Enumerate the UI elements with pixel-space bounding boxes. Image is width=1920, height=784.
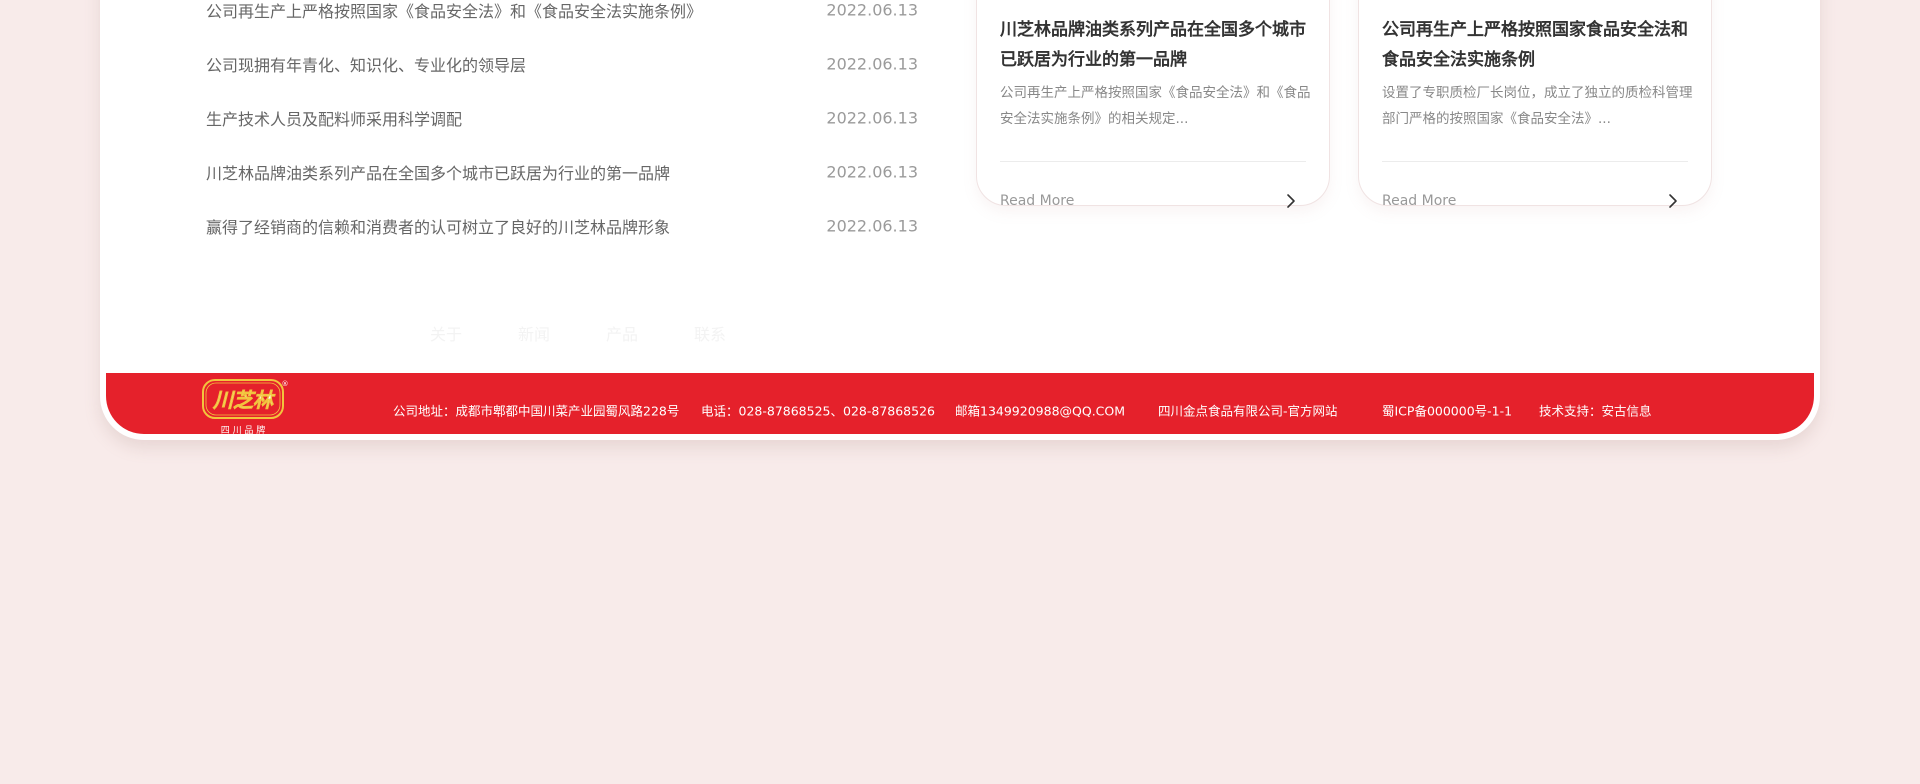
- footer-company[interactable]: 四川金点食品有限公司-官方网站: [1158, 401, 1338, 420]
- news-item[interactable]: 公司再生产上严格按照国家《食品安全法》和《食品安全法实施条例》 2022.06.…: [206, 0, 918, 40]
- chevron-right-icon[interactable]: [1663, 191, 1683, 211]
- news-title[interactable]: 公司现拥有年青化、知识化、专业化的领导层: [206, 52, 526, 76]
- news-item[interactable]: 公司现拥有年青化、知识化、专业化的领导层 2022.06.13: [206, 40, 918, 94]
- footer-icp[interactable]: 蜀ICP备000000号-1-1: [1382, 401, 1512, 420]
- content-panel: 公司再生产上严格按照国家《食品安全法》和《食品安全法实施条例》 2022.06.…: [100, 0, 1820, 440]
- news-list: 公司再生产上严格按照国家《食品安全法》和《食品安全法实施条例》 2022.06.…: [206, 0, 918, 256]
- card-divider: [1000, 161, 1306, 162]
- news-date: 2022.06.13: [826, 108, 918, 128]
- footer-support[interactable]: 技术支持：安古信息: [1539, 401, 1652, 420]
- card-description: 公司再生产上严格按照国家《食品安全法》和《食品安全法实施条例》的相关规定...: [1000, 85, 1311, 127]
- brand-logo[interactable]: 川芝林 ® 四 川 品 牌: [202, 378, 288, 434]
- footer-nav-item[interactable]: 联系: [694, 321, 726, 345]
- news-title[interactable]: 赢得了经销商的信赖和消费者的认可树立了良好的川芝林品牌形象: [206, 214, 670, 238]
- news-card[interactable]: 公司再生产上严格按照国家食品安全法和食品安全法实施条例 设置了专职质检厂长岗位，…: [1358, 0, 1712, 209]
- read-more-link[interactable]: Read More: [1382, 193, 1456, 209]
- news-title[interactable]: 公司再生产上严格按照国家《食品安全法》和《食品安全法实施条例》: [206, 0, 702, 22]
- card-title[interactable]: 川芝林品牌油类系列产品在全国多个城市已跃居为行业的第一品牌: [1000, 15, 1314, 75]
- card-divider: [1382, 161, 1688, 162]
- footer-nav-item[interactable]: 关于: [430, 321, 462, 345]
- footer-bar: 川芝林 ® 四 川 品 牌 公司地址：成都市郫都中国川菜产业园蜀风路228号 电…: [106, 373, 1814, 434]
- svg-text:®: ®: [282, 380, 289, 388]
- news-item[interactable]: 川芝林品牌油类系列产品在全国多个城市已跃居为行业的第一品牌 2022.06.13: [206, 148, 918, 202]
- news-date: 2022.06.13: [826, 216, 918, 236]
- news-date: 2022.06.13: [826, 162, 918, 182]
- footer-nav-item[interactable]: 产品: [606, 321, 638, 345]
- card-description: 设置了专职质检厂长岗位，成立了独立的质检科管理部门严格的按照国家《食品安全法》.…: [1382, 85, 1693, 127]
- card-title[interactable]: 公司再生产上严格按照国家食品安全法和食品安全法实施条例: [1382, 15, 1696, 75]
- news-title[interactable]: 生产技术人员及配料师采用科学调配: [206, 106, 462, 130]
- news-item[interactable]: 生产技术人员及配料师采用科学调配 2022.06.13: [206, 94, 918, 148]
- footer-nav: 关于 新闻 产品 联系: [430, 321, 726, 345]
- svg-text:川芝林: 川芝林: [212, 388, 276, 412]
- news-card[interactable]: 川芝林品牌油类系列产品在全国多个城市已跃居为行业的第一品牌 公司再生产上严格按照…: [976, 0, 1330, 209]
- news-date: 2022.06.13: [826, 0, 918, 20]
- read-more-link[interactable]: Read More: [1000, 193, 1074, 209]
- footer-address: 公司地址：成都市郫都中国川菜产业园蜀风路228号: [393, 403, 680, 419]
- svg-text:四 川 品 牌: 四 川 品 牌: [221, 424, 266, 434]
- chevron-right-icon[interactable]: [1281, 191, 1301, 211]
- footer-nav-item[interactable]: 新闻: [518, 321, 550, 345]
- news-title[interactable]: 川芝林品牌油类系列产品在全国多个城市已跃居为行业的第一品牌: [206, 160, 670, 184]
- footer-email[interactable]: 邮箱1349920988@QQ.COM: [955, 401, 1125, 420]
- footer-phone: 电话：028-87868525、028-87868526: [701, 403, 935, 419]
- news-item[interactable]: 赢得了经销商的信赖和消费者的认可树立了良好的川芝林品牌形象 2022.06.13: [206, 202, 918, 256]
- news-date: 2022.06.13: [826, 54, 918, 74]
